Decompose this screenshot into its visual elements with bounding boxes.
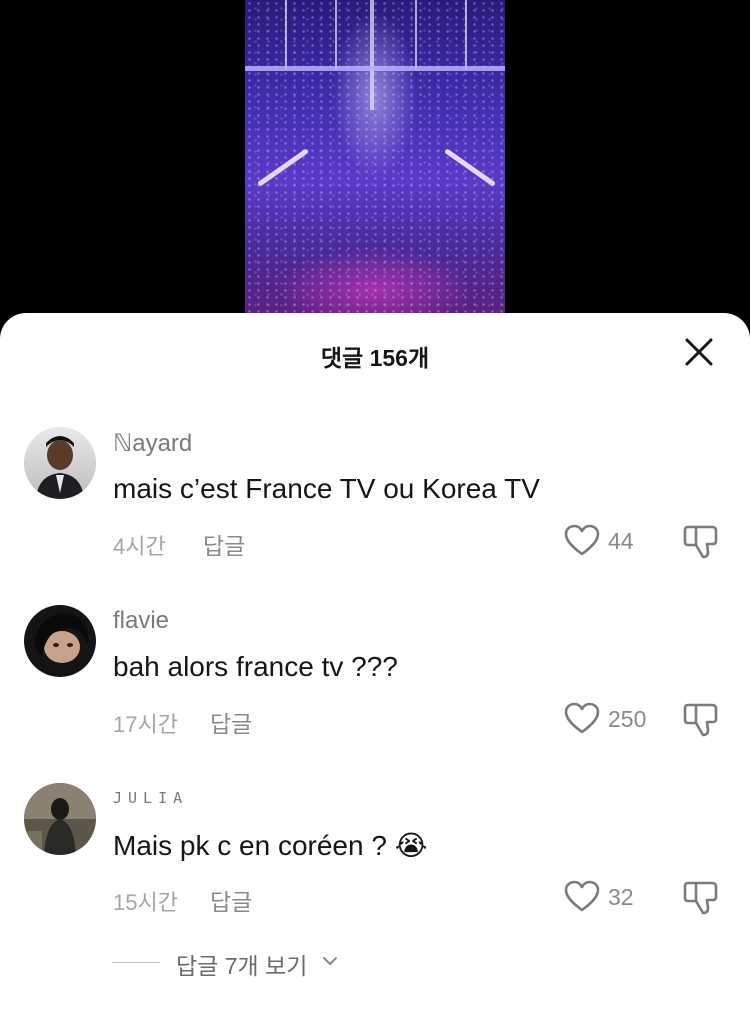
comment-item: flavie bah alors france tv ??? 17시간 답글 2… [0, 605, 750, 765]
thumbs-down-icon[interactable] [682, 521, 722, 561]
view-replies-label[interactable]: 답글 7개 보기 [176, 947, 307, 981]
reply-button[interactable]: 답글 [203, 527, 245, 561]
comment-time: 17시간 [113, 712, 178, 737]
video-player[interactable] [245, 0, 505, 330]
light-beam [465, 0, 467, 70]
heart-outline-icon[interactable] [563, 701, 601, 735]
stage-light-rig [245, 66, 505, 71]
comments-count-title: 댓글 156개 [320, 345, 430, 371]
username[interactable]: ℕayard [113, 429, 192, 458]
like-count: 250 [608, 706, 647, 732]
comment-time: 4시간 [113, 534, 166, 559]
avatar-image [24, 783, 96, 855]
avatar[interactable] [24, 783, 96, 855]
avatar-image [24, 427, 96, 499]
comment-text: Mais pk c en coréen ? 😭 [113, 830, 428, 861]
username[interactable]: JULIA [113, 789, 188, 807]
avatar[interactable] [24, 605, 96, 677]
like-count: 44 [608, 528, 634, 554]
light-beam [415, 0, 417, 70]
chevron-down-icon[interactable] [320, 951, 340, 971]
comment-text: bah alors france tv ??? [113, 651, 398, 682]
username[interactable]: flavie [113, 607, 169, 635]
avatar-image [24, 605, 96, 677]
light-beam [335, 0, 337, 70]
comment-item: JULIA Mais pk c en coréen ? 😭 15시간 답글 32 [0, 783, 750, 943]
like-count: 32 [608, 884, 634, 910]
comments-sheet: 댓글 156개 ℕayard mais c’est France TV ou K… [0, 313, 750, 1016]
comment-time: 15시간 [113, 890, 178, 915]
reply-button[interactable]: 답글 [210, 883, 252, 917]
heart-outline-icon[interactable] [563, 523, 601, 557]
reply-button[interactable]: 답글 [210, 705, 252, 739]
comment-text: mais c’est France TV ou Korea TV [113, 473, 540, 504]
thumbs-down-icon[interactable] [682, 699, 722, 739]
light-beam [285, 0, 287, 70]
comment-item: ℕayard mais c’est France TV ou Korea TV … [0, 427, 750, 587]
thumbs-down-icon[interactable] [682, 877, 722, 917]
avatar[interactable] [24, 427, 96, 499]
divider [112, 962, 160, 963]
close-icon[interactable] [682, 335, 716, 369]
heart-outline-icon[interactable] [563, 879, 601, 913]
light-beam [370, 0, 374, 110]
